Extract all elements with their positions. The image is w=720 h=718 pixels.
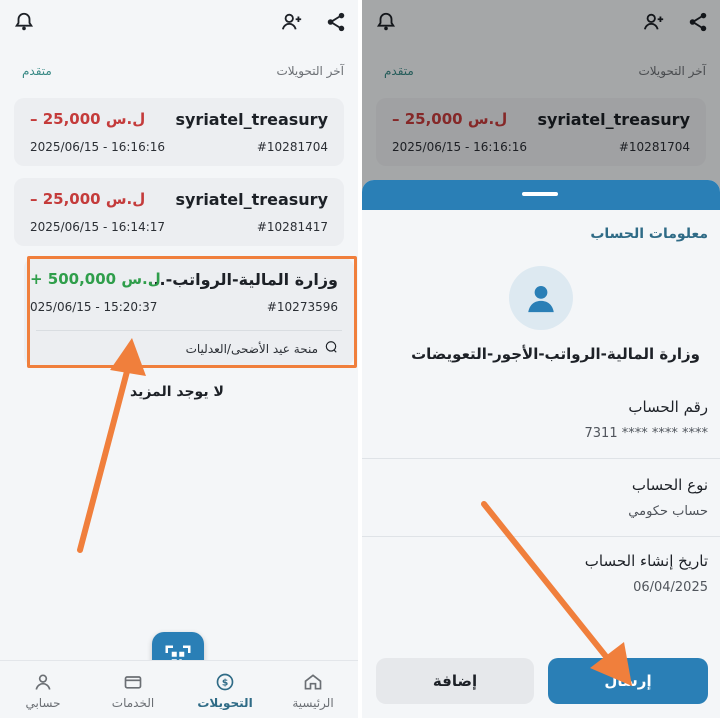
note-text: منحة عيد الأضحى/العدليات: [185, 341, 318, 356]
divider: [362, 458, 720, 459]
dim-overlay[interactable]: [362, 0, 720, 200]
person-icon: [528, 285, 554, 313]
nav-account[interactable]: حسابي: [8, 672, 78, 710]
transaction-card[interactable]: syriatel_treasury – 25,000 ل.س #10281704…: [14, 98, 344, 166]
creation-date-label: تاريخ إنشاء الحساب: [584, 552, 708, 570]
bottom-nav: حسابي الخدمات $ التحويلات الرئيسية: [0, 660, 358, 718]
svg-text:$: $: [222, 677, 228, 688]
nav-transfers[interactable]: $ التحويلات: [190, 672, 260, 710]
transaction-ref: #10281417: [256, 220, 328, 234]
divider: [36, 330, 342, 331]
divider: [362, 536, 720, 537]
account-name: وزارة المالية-الرواتب-الأجور-التعويضات: [411, 345, 700, 363]
drag-handle[interactable]: [522, 192, 558, 196]
transaction-date: 2025/06/15 - 16:14:17: [30, 220, 166, 234]
sheet-header: [362, 180, 720, 210]
account-number-value: 7311 **** **** ****: [584, 426, 708, 441]
transactions-screen: آخر التحويلات متقدم syriatel_treasury – …: [0, 0, 358, 718]
nav-services[interactable]: الخدمات: [98, 672, 168, 710]
transaction-date: 2025/06/15 - 16:16:16: [30, 140, 166, 154]
transaction-name: وزارة المالية-الرواتب-...: [147, 270, 338, 289]
creation-date-value: 06/04/2025: [633, 580, 708, 595]
account-number-label: رقم الحساب: [628, 398, 708, 416]
top-bar: [0, 0, 358, 44]
account-type-label: نوع الحساب: [631, 476, 708, 494]
add-button[interactable]: إضافة: [376, 658, 534, 704]
person-icon: [35, 674, 51, 690]
transaction-amount: – 25,000 ل.س: [30, 190, 146, 208]
transaction-ref: #10273596: [266, 300, 338, 314]
transfer-icon: $: [216, 673, 234, 691]
transaction-card-highlighted[interactable]: وزارة المالية-الرواتب-... + 500,000 ل.س …: [24, 258, 354, 366]
home-icon: [304, 674, 322, 690]
card-icon: [124, 676, 142, 689]
add-user-icon[interactable]: [278, 8, 306, 36]
transaction-name: syriatel_treasury: [175, 110, 328, 129]
section-title: آخر التحويلات: [276, 64, 344, 78]
no-more-text: لا يوجد المزيد: [130, 384, 224, 400]
account-type-value: حساب حكومي: [628, 504, 708, 519]
comment-icon: [324, 340, 338, 357]
nav-home[interactable]: الرئيسية: [278, 672, 348, 710]
share-icon[interactable]: [322, 8, 350, 36]
account-info-sheet: معلومات الحساب وزارة المالية-الرواتب-الأ…: [362, 180, 720, 718]
advanced-link[interactable]: متقدم: [22, 64, 52, 78]
avatar: [509, 266, 573, 330]
transaction-ref: #10281704: [256, 140, 328, 154]
transaction-date: 025/06/15 - 15:20:37: [30, 300, 158, 314]
sheet-title: معلومات الحساب: [590, 226, 708, 242]
transaction-amount: – 25,000 ل.س: [30, 110, 146, 128]
bell-icon[interactable]: [10, 8, 38, 36]
transaction-note: منحة عيد الأضحى/العدليات: [186, 340, 338, 357]
account-info-screen: آخر التحويلات متقدم syriatel_treasury – …: [362, 0, 720, 718]
transaction-card[interactable]: syriatel_treasury – 25,000 ل.س #10281417…: [14, 178, 344, 246]
send-button[interactable]: إرسال: [548, 658, 708, 704]
transaction-name: syriatel_treasury: [175, 190, 328, 209]
transaction-amount: + 500,000 ل.س: [30, 270, 161, 288]
